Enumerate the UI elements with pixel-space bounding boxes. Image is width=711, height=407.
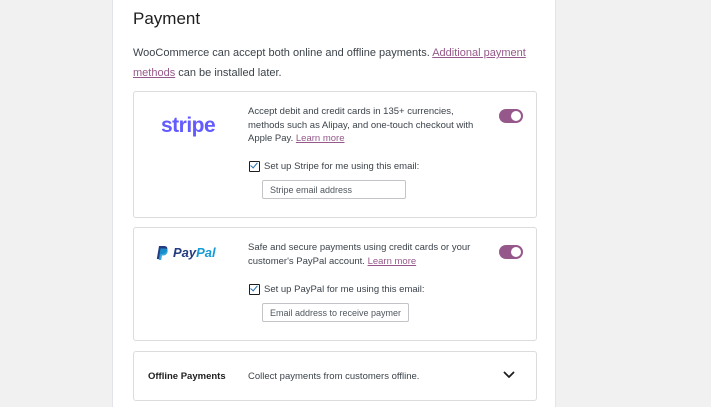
paypal-description: Safe and secure payments using credit ca… (248, 241, 480, 268)
page-title: Payment (133, 9, 201, 28)
paypal-payment-box: PayPal Safe and secure payments using cr… (133, 227, 537, 341)
offline-payments-description: Collect payments from customers offline. (248, 371, 420, 382)
stripe-payment-box: stripe Accept debit and credit cards in … (133, 91, 537, 218)
stripe-logo: stripe (161, 114, 216, 137)
payment-card: Payment WooCommerce can accept both onli… (112, 0, 556, 407)
payment-intro: WooCommerce can accept both online and o… (133, 43, 533, 83)
paypal-setup-checkbox-row: Set up PayPal for me using this email: (249, 284, 425, 295)
paypal-description-text: Safe and secure payments using credit ca… (248, 242, 471, 267)
paypal-logo-icon (156, 245, 168, 260)
paypal-learn-more-link[interactable]: Learn more (368, 256, 417, 267)
paypal-wordmark-pay: Pay (173, 245, 197, 260)
stripe-setup-checkbox[interactable] (249, 161, 260, 172)
offline-payments-box[interactable]: Offline Payments Collect payments from c… (133, 351, 537, 401)
stripe-toggle[interactable] (499, 109, 523, 123)
paypal-setup-checkbox[interactable] (249, 284, 260, 295)
stripe-learn-more-link[interactable]: Learn more (296, 133, 345, 144)
chevron-down-icon[interactable] (502, 368, 516, 382)
intro-suffix: can be installed later. (175, 67, 282, 79)
stripe-email-input[interactable] (262, 180, 406, 199)
paypal-toggle[interactable] (499, 245, 523, 259)
stripe-description-text: Accept debit and credit cards in 135+ cu… (248, 106, 474, 144)
paypal-email-input[interactable] (262, 303, 409, 322)
stripe-description: Accept debit and credit cards in 135+ cu… (248, 105, 480, 146)
offline-payments-title: Offline Payments (148, 371, 226, 382)
toggle-knob (511, 111, 521, 121)
paypal-logo: PayPal (156, 245, 216, 260)
stripe-setup-checkbox-row: Set up Stripe for me using this email: (249, 161, 419, 172)
paypal-wordmark: PayPal (173, 245, 216, 260)
stripe-setup-label: Set up Stripe for me using this email: (264, 161, 420, 172)
paypal-setup-label: Set up PayPal for me using this email: (264, 284, 425, 295)
paypal-wordmark-pal: Pal (196, 245, 216, 260)
intro-text: WooCommerce can accept both online and o… (133, 47, 433, 59)
toggle-knob (511, 247, 521, 257)
